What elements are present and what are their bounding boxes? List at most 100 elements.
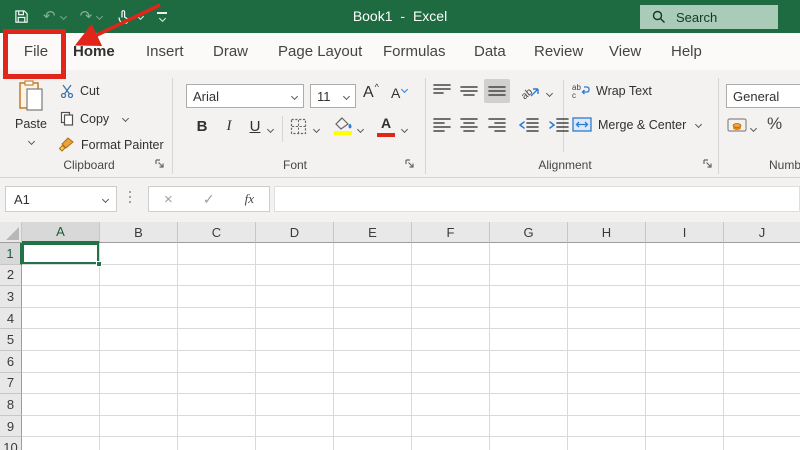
cell-J2[interactable] xyxy=(724,264,800,287)
cell-E10[interactable] xyxy=(334,437,412,450)
orientation-dropdown-chevron[interactable] xyxy=(545,89,554,98)
cell-D9[interactable] xyxy=(256,415,334,438)
cell-B4[interactable] xyxy=(100,307,178,330)
cell-D10[interactable] xyxy=(256,437,334,450)
clipboard-dialog-launcher[interactable] xyxy=(154,158,166,170)
cell-G6[interactable] xyxy=(490,350,568,373)
cell-J7[interactable] xyxy=(724,372,800,395)
orientation-button[interactable]: ab xyxy=(519,81,541,106)
insert-function-icon[interactable]: fx xyxy=(245,191,254,207)
center-button[interactable] xyxy=(459,117,479,138)
cell-D1[interactable] xyxy=(256,243,334,265)
cell-A4[interactable] xyxy=(22,307,100,330)
cell-F5[interactable] xyxy=(412,329,490,351)
cell-H6[interactable] xyxy=(568,350,646,373)
cell-A2[interactable] xyxy=(22,264,100,287)
cell-J1[interactable] xyxy=(724,243,800,265)
cell-I7[interactable] xyxy=(646,372,724,395)
column-header-G[interactable]: G xyxy=(490,222,568,243)
cell-A5[interactable] xyxy=(22,329,100,351)
enter-icon[interactable]: ✓ xyxy=(203,191,215,208)
row-header-4[interactable]: 4 xyxy=(0,307,22,330)
italic-button[interactable]: I xyxy=(220,118,238,135)
cell-E1[interactable] xyxy=(334,243,412,265)
cell-C8[interactable] xyxy=(178,394,256,416)
cell-A7[interactable] xyxy=(22,372,100,395)
cell-B10[interactable] xyxy=(100,437,178,450)
row-header-2[interactable]: 2 xyxy=(0,264,22,287)
tab-review[interactable]: Review xyxy=(534,33,583,70)
tab-data[interactable]: Data xyxy=(474,33,506,70)
cell-G4[interactable] xyxy=(490,307,568,330)
cell-A9[interactable] xyxy=(22,415,100,438)
cell-I3[interactable] xyxy=(646,286,724,308)
cell-B2[interactable] xyxy=(100,264,178,287)
cell-G7[interactable] xyxy=(490,372,568,395)
cell-C2[interactable] xyxy=(178,264,256,287)
cell-J9[interactable] xyxy=(724,415,800,438)
paste-button[interactable]: Paste xyxy=(8,78,54,154)
cell-G1[interactable] xyxy=(490,243,568,265)
cell-E2[interactable] xyxy=(334,264,412,287)
column-header-C[interactable]: C xyxy=(178,222,256,243)
merge-center-dropdown-chevron[interactable] xyxy=(695,120,703,129)
cancel-icon[interactable]: × xyxy=(164,191,173,208)
cell-C10[interactable] xyxy=(178,437,256,450)
column-header-F[interactable]: F xyxy=(412,222,490,243)
borders-button[interactable] xyxy=(290,118,307,140)
tab-formulas[interactable]: Formulas xyxy=(383,33,446,70)
accounting-format-button[interactable] xyxy=(727,117,747,138)
cell-J8[interactable] xyxy=(724,394,800,416)
cell-J5[interactable] xyxy=(724,329,800,351)
cell-E4[interactable] xyxy=(334,307,412,330)
top-align-button[interactable] xyxy=(432,83,452,104)
bottom-align-button[interactable] xyxy=(484,79,510,103)
cell-G9[interactable] xyxy=(490,415,568,438)
formula-bar-drag-handle[interactable] xyxy=(129,191,131,203)
cell-I6[interactable] xyxy=(646,350,724,373)
column-header-B[interactable]: B xyxy=(100,222,178,243)
cell-B7[interactable] xyxy=(100,372,178,395)
tab-draw[interactable]: Draw xyxy=(213,33,248,70)
font-color-button[interactable]: A xyxy=(376,115,396,137)
percent-style-button[interactable]: % xyxy=(767,114,782,134)
cell-C5[interactable] xyxy=(178,329,256,351)
fill-color-dropdown-chevron[interactable] xyxy=(356,125,365,134)
cell-I1[interactable] xyxy=(646,243,724,265)
cell-B9[interactable] xyxy=(100,415,178,438)
cell-G2[interactable] xyxy=(490,264,568,287)
cell-C3[interactable] xyxy=(178,286,256,308)
cell-B6[interactable] xyxy=(100,350,178,373)
cell-E8[interactable] xyxy=(334,394,412,416)
cell-E5[interactable] xyxy=(334,329,412,351)
cell-C1[interactable] xyxy=(178,243,256,265)
increase-indent-button[interactable] xyxy=(548,117,570,138)
column-header-H[interactable]: H xyxy=(568,222,646,243)
cell-C7[interactable] xyxy=(178,372,256,395)
cell-H5[interactable] xyxy=(568,329,646,351)
cell-H8[interactable] xyxy=(568,394,646,416)
cell-A10[interactable] xyxy=(22,437,100,450)
cell-F7[interactable] xyxy=(412,372,490,395)
font-size-select[interactable]: 11 xyxy=(310,84,356,108)
column-header-D[interactable]: D xyxy=(256,222,334,243)
cell-B1[interactable] xyxy=(100,243,178,265)
row-header-3[interactable]: 3 xyxy=(0,286,22,308)
cell-H3[interactable] xyxy=(568,286,646,308)
cell-E6[interactable] xyxy=(334,350,412,373)
cut-button[interactable]: Cut xyxy=(60,84,99,98)
row-header-1[interactable]: 1 xyxy=(0,243,22,265)
cell-J4[interactable] xyxy=(724,307,800,330)
align-right-button[interactable] xyxy=(487,117,507,138)
merge-center-button[interactable]: Merge & Center xyxy=(572,117,703,132)
cell-A1[interactable] xyxy=(22,243,102,267)
cell-H1[interactable] xyxy=(568,243,646,265)
cell-F8[interactable] xyxy=(412,394,490,416)
cell-H7[interactable] xyxy=(568,372,646,395)
cell-D8[interactable] xyxy=(256,394,334,416)
cell-F4[interactable] xyxy=(412,307,490,330)
cell-I5[interactable] xyxy=(646,329,724,351)
copy-button[interactable]: Copy xyxy=(60,111,130,126)
name-box[interactable]: A1 xyxy=(5,186,117,212)
cell-E9[interactable] xyxy=(334,415,412,438)
